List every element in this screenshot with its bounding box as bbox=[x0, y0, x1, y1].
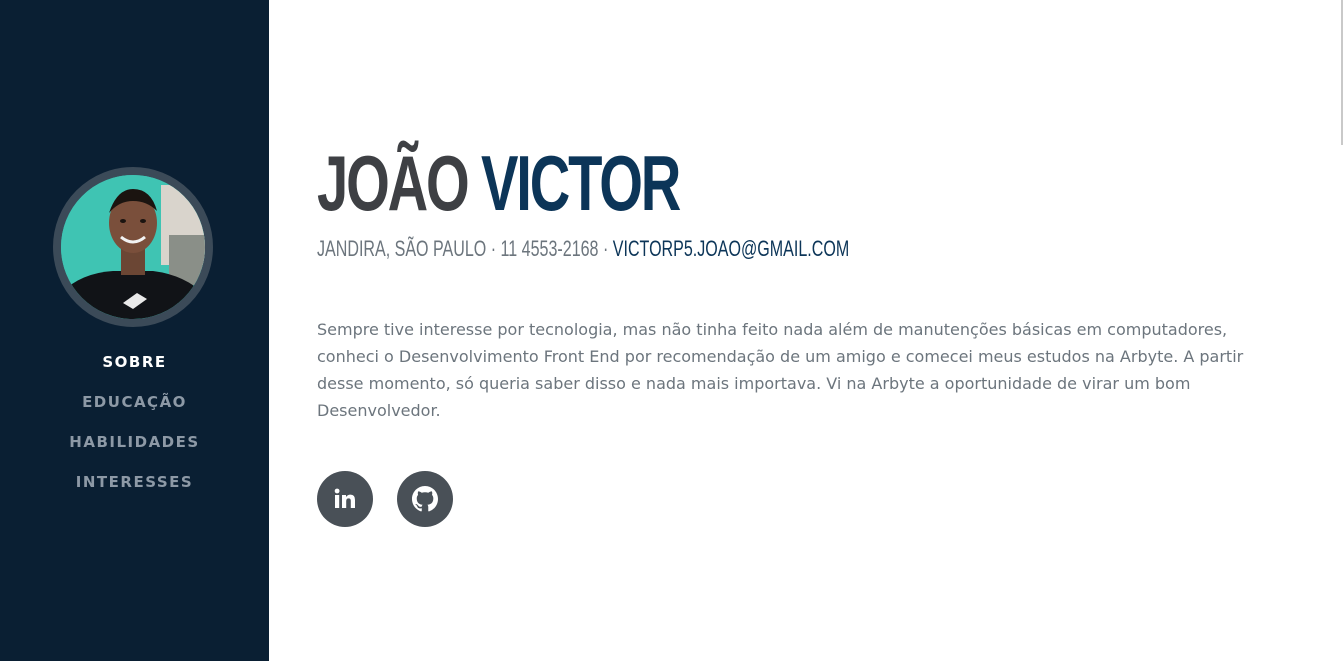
nav-item-sobre: SOBRE bbox=[0, 342, 269, 382]
separator: · bbox=[598, 236, 613, 261]
linkedin-icon bbox=[334, 488, 355, 508]
email-link[interactable]: VICTORP5.JOAO@GMAIL.COM bbox=[613, 236, 849, 261]
last-name: VICTOR bbox=[480, 139, 681, 227]
location-text: JANDIRA, SÃO PAULO bbox=[317, 236, 487, 261]
sidebar-nav: SOBRE EDUCAÇÃO HABILIDADES INTERESSES bbox=[0, 342, 269, 502]
phone-text: 11 4553-2168 bbox=[500, 236, 599, 261]
linkedin-button[interactable] bbox=[317, 471, 373, 527]
github-button[interactable] bbox=[397, 471, 453, 527]
main-content: JOÃO VICTOR JANDIRA, SÃO PAULO · 11 4553… bbox=[317, 0, 1307, 661]
bio-text: Sempre tive interesse por tecnologia, ma… bbox=[317, 320, 1244, 420]
nav-link-educacao[interactable]: EDUCAÇÃO bbox=[82, 393, 187, 411]
profile-avatar bbox=[53, 167, 213, 327]
contact-info: JANDIRA, SÃO PAULO · 11 4553-2168 · VICT… bbox=[317, 236, 849, 262]
first-name: JOÃO bbox=[317, 139, 470, 227]
nav-item-educacao: EDUCAÇÃO bbox=[0, 382, 269, 422]
profile-name: JOÃO VICTOR bbox=[317, 138, 681, 228]
separator: · bbox=[486, 236, 501, 261]
sidebar: SOBRE EDUCAÇÃO HABILIDADES INTERESSES bbox=[0, 0, 269, 661]
nav-item-interesses: INTERESSES bbox=[0, 462, 269, 502]
nav-link-habilidades[interactable]: HABILIDADES bbox=[69, 433, 199, 451]
nav-item-habilidades: HABILIDADES bbox=[0, 422, 269, 462]
profile-photo bbox=[61, 175, 205, 319]
nav-link-interesses[interactable]: INTERESSES bbox=[76, 473, 193, 491]
nav-link-sobre[interactable]: SOBRE bbox=[102, 353, 166, 371]
github-icon bbox=[412, 486, 438, 512]
